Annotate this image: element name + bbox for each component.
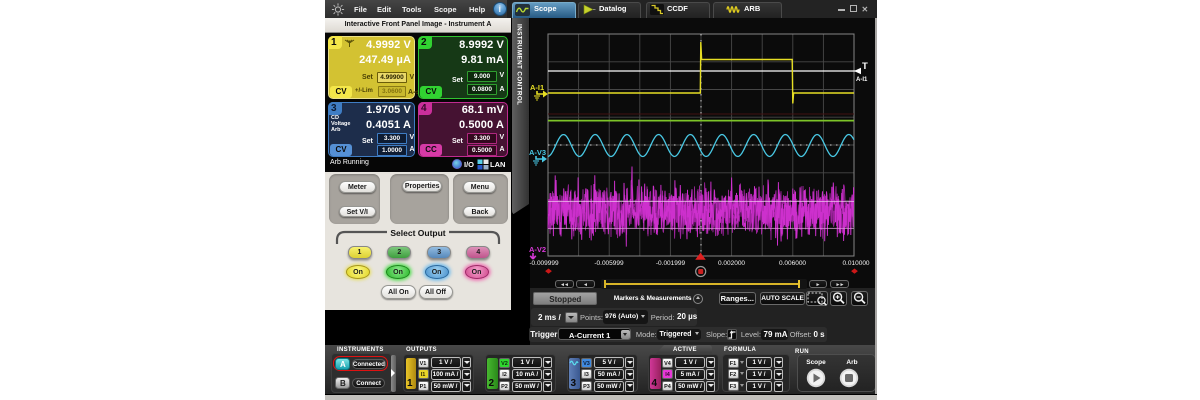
svg-text:-0.009999: -0.009999: [529, 260, 559, 267]
svg-text:T: T: [862, 61, 868, 72]
svg-text:0.010000: 0.010000: [842, 260, 869, 267]
svg-text:-0.001999: -0.001999: [656, 260, 686, 267]
svg-text:0.006000: 0.006000: [779, 260, 806, 267]
svg-text:A-V3: A-V3: [529, 148, 546, 157]
svg-text:A-V2: A-V2: [529, 245, 546, 254]
svg-text:A-I1: A-I1: [530, 83, 544, 92]
svg-text:A-I1: A-I1: [856, 77, 868, 83]
svg-text:0.002000: 0.002000: [718, 260, 745, 267]
svg-text:-0.005999: -0.005999: [594, 260, 624, 267]
